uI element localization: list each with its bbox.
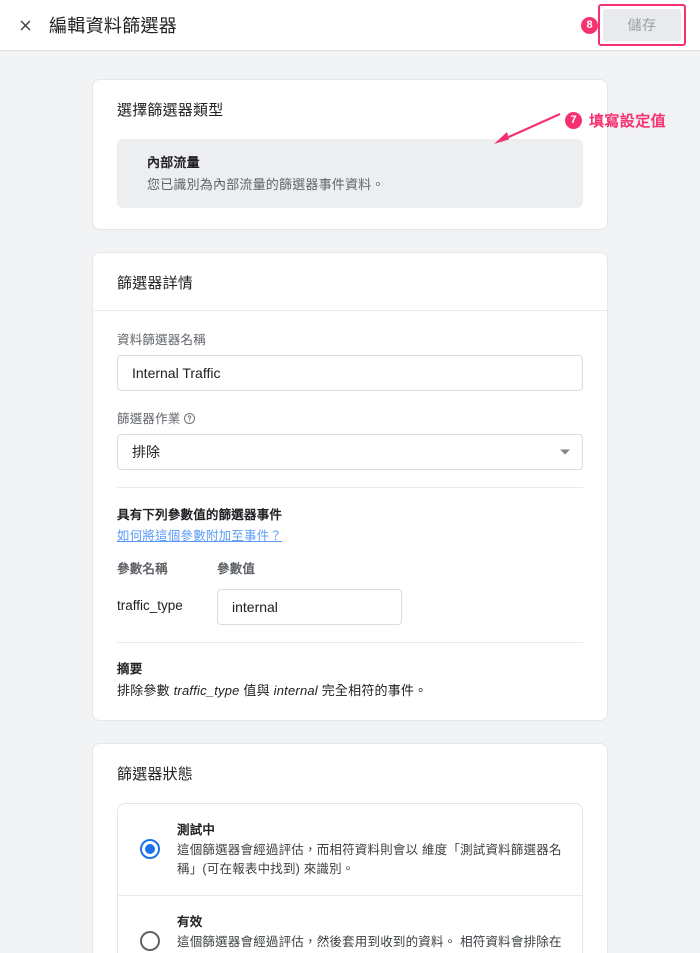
filter-type-option-name: 內部流量 bbox=[147, 155, 200, 170]
close-icon[interactable] bbox=[10, 10, 40, 40]
parameter-heading: 具有下列參數值的篩選器事件 bbox=[117, 508, 283, 522]
parameter-value-header: 參數值 bbox=[217, 562, 256, 576]
filter-operation-select-wrap[interactable] bbox=[117, 434, 583, 470]
radio-option-active-text: 有效 這個篩選器會經過評估，然後套用到收到的資料。 相符資料會排除在處理範圍之外… bbox=[177, 911, 562, 953]
filter-type-option-description: 您已識別為內部流量的篩選器事件資料。 bbox=[147, 177, 385, 192]
page-title: 編輯資料篩選器 bbox=[49, 16, 178, 36]
filter-operation-field-block: 篩選器作業 bbox=[117, 408, 583, 470]
filter-name-label: 資料篩選器名稱 bbox=[117, 333, 206, 347]
filter-details-body: 資料篩選器名稱 篩選器作業 bbox=[93, 310, 607, 488]
summary-middle: 值與 bbox=[239, 683, 274, 698]
annotation-marker-8: 8 bbox=[581, 17, 598, 34]
filter-operation-label-text: 篩選器作業 bbox=[117, 412, 181, 426]
parameter-grid: 參數名稱 參數值 traffic_type bbox=[117, 558, 583, 625]
save-button-highlight: 儲存 bbox=[598, 4, 686, 46]
parameter-section: 具有下列參數值的篩選器事件 如何將這個參數附加至事件？ 參數名稱 參數值 tra… bbox=[93, 488, 607, 625]
summary-suffix: 完全相符的事件。 bbox=[317, 683, 428, 698]
radio-option-testing[interactable]: 測試中 這個篩選器會經過評估，而相符資料則會以 維度「測試資料篩選器名稱」(可在… bbox=[118, 804, 582, 895]
annotation-7-label: 填寫設定值 bbox=[589, 113, 667, 130]
parameter-value-input[interactable] bbox=[217, 589, 402, 625]
filter-state-title: 篩選器狀態 bbox=[117, 766, 194, 783]
radio-option-active-description: 這個篩選器會經過評估，然後套用到收到的資料。 相符資料會排除在處理範圍之外。 bbox=[177, 934, 562, 949]
save-button[interactable]: 儲存 bbox=[603, 9, 681, 41]
filter-name-input[interactable] bbox=[117, 355, 583, 391]
filter-state-radio-group: 測試中 這個篩選器會經過評估，而相符資料則會以 維度「測試資料篩選器名稱」(可在… bbox=[117, 803, 583, 953]
parameter-value-cell bbox=[217, 589, 583, 625]
annotation-arrow-7 bbox=[494, 112, 561, 144]
filter-state-card: 篩選器狀態 測試中 這個篩選器會經過評估，而相符資料則會以 維度「測試資料篩選器… bbox=[92, 743, 608, 953]
radio-button-active[interactable] bbox=[140, 931, 160, 952]
filter-type-card: 選擇篩選器類型 內部流量 您已識別為內部流量的篩選器事件資料。 bbox=[92, 79, 608, 230]
summary-section: 摘要 排除參數 traffic_type 值與 internal 完全相符的事件… bbox=[93, 643, 607, 720]
summary-text: 排除參數 traffic_type 值與 internal 完全相符的事件。 bbox=[117, 680, 583, 699]
content-area: 7 填寫設定值 選擇篩選器類型 內部流量 您已識別為內部流量的篩選器事件資料。 … bbox=[0, 51, 700, 953]
filter-details-card: 篩選器詳情 資料篩選器名稱 篩選器作業 bbox=[92, 252, 608, 721]
summary-value: internal bbox=[273, 683, 318, 698]
filter-operation-label: 篩選器作業 bbox=[117, 408, 583, 427]
parameter-name-header: 參數名稱 bbox=[117, 562, 168, 576]
filter-type-option-internal-traffic[interactable]: 內部流量 您已識別為內部流量的篩選器事件資料。 bbox=[117, 139, 583, 208]
annotation-marker-7: 7 bbox=[565, 112, 582, 129]
radio-option-testing-title: 測試中 bbox=[177, 823, 216, 837]
radio-option-testing-text: 測試中 這個篩選器會經過評估，而相符資料則會以 維度「測試資料篩選器名稱」(可在… bbox=[177, 819, 562, 880]
help-circle-icon[interactable] bbox=[183, 412, 196, 425]
summary-prefix: 排除參數 bbox=[117, 683, 174, 698]
parameter-name-value: traffic_type bbox=[117, 598, 183, 613]
summary-param: traffic_type bbox=[173, 683, 240, 698]
radio-button-testing[interactable] bbox=[140, 839, 160, 860]
filter-name-field-block: 資料篩選器名稱 bbox=[117, 329, 583, 391]
filter-details-title: 篩選器詳情 bbox=[117, 275, 194, 292]
top-app-bar: 編輯資料篩選器 8 儲存 bbox=[0, 0, 700, 51]
filter-operation-select[interactable] bbox=[117, 434, 583, 470]
annotation-7: 7 填寫設定值 bbox=[565, 110, 666, 131]
radio-option-active[interactable]: 有效 這個篩選器會經過評估，然後套用到收到的資料。 相符資料會排除在處理範圍之外… bbox=[118, 894, 582, 953]
radio-option-active-title: 有效 bbox=[177, 914, 203, 929]
parameter-help-link[interactable]: 如何將這個參數附加至事件？ bbox=[117, 525, 282, 544]
radio-option-testing-description: 這個篩選器會經過評估，而相符資料則會以 維度「測試資料篩選器名稱」(可在報表中找… bbox=[177, 843, 562, 877]
summary-heading: 摘要 bbox=[117, 662, 143, 676]
